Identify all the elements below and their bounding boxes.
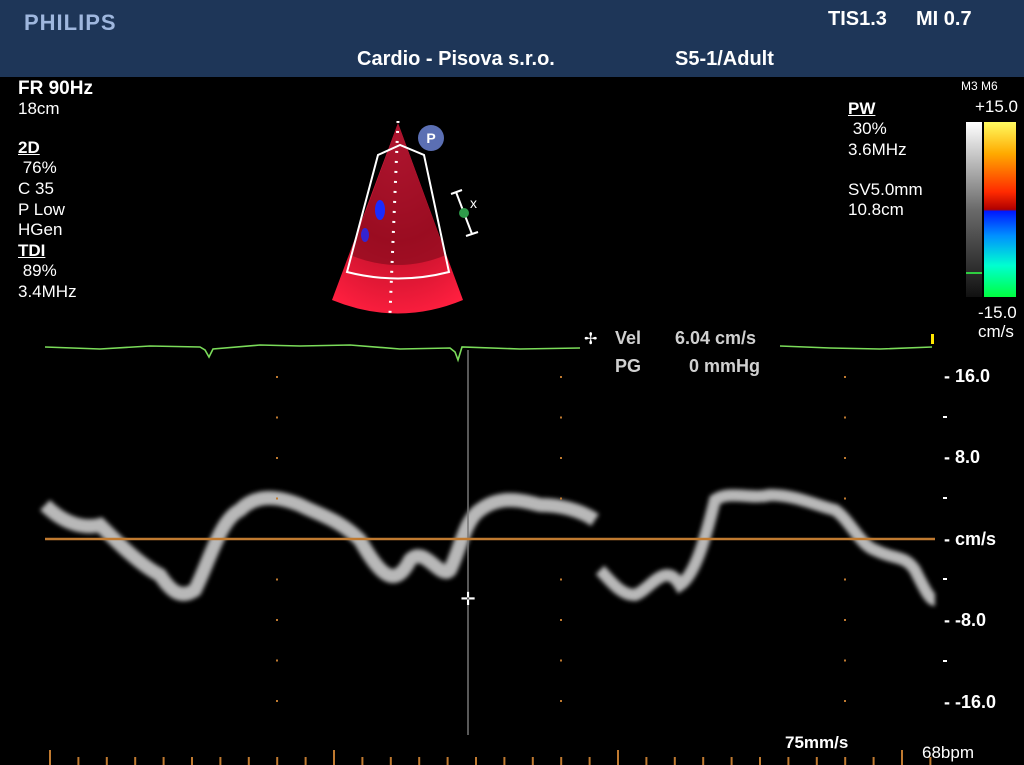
time-tick-dot <box>560 497 562 500</box>
heart-rate: 68bpm <box>922 743 974 762</box>
time-tick-dot <box>844 700 846 702</box>
time-tick-dot <box>560 700 562 702</box>
scale-label-pos16: - 16.0 <box>944 366 991 386</box>
ecg-trace-group <box>44 334 934 363</box>
time-tick-dot <box>560 619 562 621</box>
time-tick-dot <box>560 538 562 540</box>
time-tick-dot <box>276 619 278 621</box>
time-tick-dot <box>276 497 278 500</box>
scale-minor-tick <box>943 416 947 418</box>
sweep-speed: 75mm/s <box>785 733 849 752</box>
time-tick-dot <box>844 659 846 662</box>
scale-label-neg16: - -16.0 <box>944 692 997 712</box>
time-tick-dot <box>844 376 846 378</box>
time-tick-dot <box>560 416 562 419</box>
time-tick-dot <box>844 497 846 500</box>
time-tick-dot <box>560 457 562 459</box>
time-tick-dot <box>844 416 846 419</box>
ecg-trace-right <box>779 345 933 350</box>
time-tick-dot <box>276 659 278 662</box>
time-tick-dot <box>276 538 278 540</box>
time-tick-dot <box>560 376 562 378</box>
time-tick-dot <box>276 457 278 459</box>
scale-label-unit: - cm/s <box>944 529 997 549</box>
time-tick-dot <box>844 457 846 459</box>
time-tick-dot <box>276 376 278 378</box>
time-tick-dot <box>276 578 278 581</box>
scale-minor-tick <box>943 497 947 499</box>
time-tick-dot <box>560 578 562 581</box>
time-tick-dot <box>844 538 846 540</box>
time-tick-dot <box>844 619 846 621</box>
scale-label-neg8: - -8.0 <box>944 610 987 630</box>
time-tick-dot <box>560 659 562 662</box>
scale-label-pos8: - 8.0 <box>944 447 981 467</box>
spectral-envelope <box>40 488 937 606</box>
ecg-marker <box>931 334 934 344</box>
ecg-trace <box>44 344 581 363</box>
scale-minor-tick <box>943 660 947 662</box>
doppler-spectrum: ✛ <box>40 334 947 765</box>
time-tick-dot <box>276 416 278 419</box>
time-tick-dot <box>276 700 278 702</box>
crosshair-cursor[interactable]: ✛ <box>460 589 475 609</box>
time-tick-dot <box>844 578 846 581</box>
scale-minor-tick <box>943 578 947 580</box>
